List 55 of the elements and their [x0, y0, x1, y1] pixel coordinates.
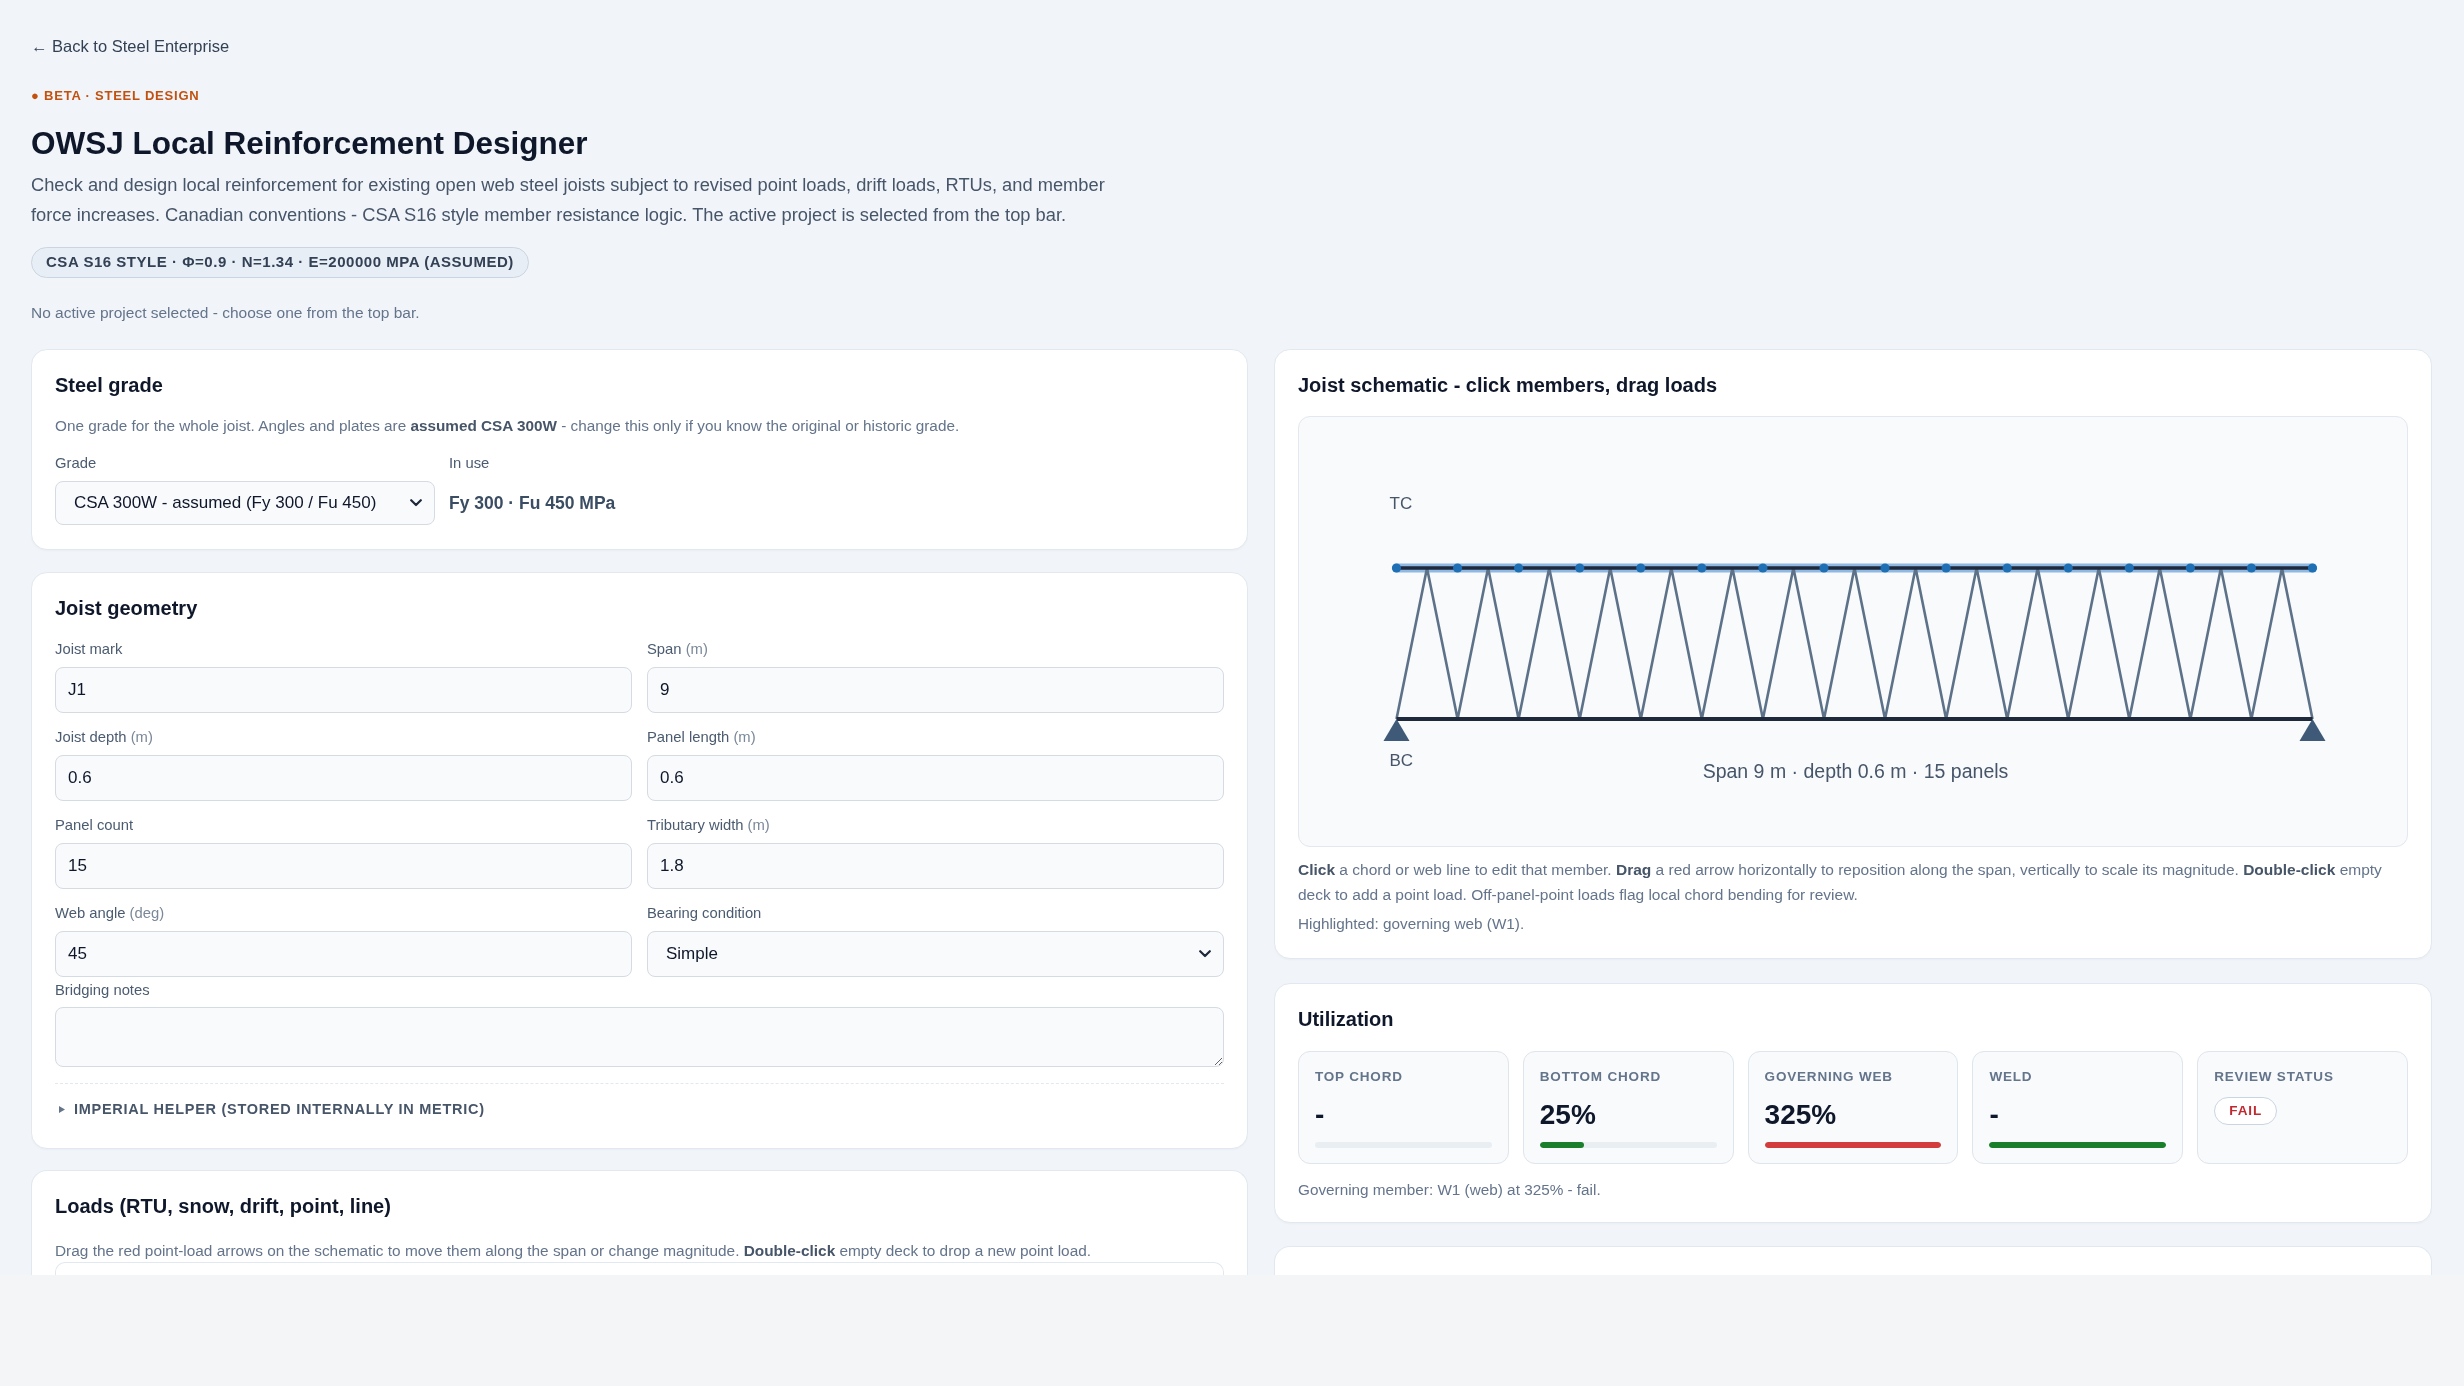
card-title: Joist geometry	[55, 596, 199, 620]
highlight-note: Highlighted: governing web (W1).	[1298, 914, 1526, 934]
field-label: Bearing condition	[647, 904, 763, 923]
text-field[interactable]: 0.6	[647, 755, 1224, 801]
metric-value: -	[1989, 1098, 2000, 1132]
grade-properties: Fy 300 · Fu 450 MPa	[449, 492, 616, 514]
metric-label: GOVERNING WEB	[1764, 1068, 1894, 1086]
metric-value: -	[1315, 1098, 1326, 1132]
chevron-down-icon	[1199, 950, 1211, 958]
text-field[interactable]: J1	[55, 667, 632, 713]
metric-label: BOTTOM CHORD	[1539, 1068, 1662, 1086]
field-label: Grade	[55, 454, 98, 473]
metric-value: 325%	[1764, 1098, 1838, 1132]
truss-diagram[interactable]	[1383, 563, 2326, 741]
metric-label: REVIEW STATUS	[2214, 1068, 2335, 1086]
chord-label: BC	[1389, 751, 1414, 770]
disclosure-toggle[interactable]: IMPERIAL HELPER (STORED INTERNALLY IN METRIC)	[55, 1099, 485, 1119]
text-field[interactable]: 15	[55, 843, 632, 889]
help-text: Click a chord or web line to edit that member. Drag a red arrow horizontally to reposition along the span, vertically to scale its magnitude. Double-click empty deck to add a point load. Off-panel-point loads flag local chord bending for review.	[1298, 860, 2383, 905]
field-label: Joist depth (m)	[55, 728, 154, 747]
card-title: Joist schematic - click members, drag loads	[1298, 373, 1719, 397]
text-field[interactable]: 0.6	[55, 755, 632, 801]
status-pill: FAIL	[2214, 1097, 2278, 1125]
field-label: Panel length (m)	[647, 728, 757, 747]
assumptions-pill: CSA S16 STYLE · Φ=0.9 · N=1.34 · E=200000 MPA (ASSUMED)	[31, 247, 529, 278]
utilization-summary: Governing member: W1 (web) at 325% - fail.	[1298, 1180, 1602, 1200]
dropdown-select[interactable]: Simple	[647, 931, 1224, 977]
card-title: Utilization	[1298, 1007, 1395, 1031]
grade-select[interactable]: CSA 300W - assumed (Fy 300 / Fu 450)	[55, 481, 435, 525]
back-link[interactable]: ← Back to Steel Enterprise	[31, 34, 230, 58]
metric-value: 25%	[1539, 1098, 1597, 1132]
field-label: In use	[449, 454, 491, 473]
text-field[interactable]: 9	[647, 667, 1224, 713]
card-note: Drag the red point-load arrows on the schematic to move them along the span or change magnitude. Double-click empty deck to drop a new point load.	[55, 1241, 1093, 1261]
field-label: Span (m)	[647, 640, 709, 659]
project-notice: No active project selected - choose one from the top bar.	[31, 303, 420, 323]
text-field[interactable]: 1.8	[647, 843, 1224, 889]
field-label: Web angle (deg)	[55, 904, 166, 923]
section-eyebrow: ● BETA · STEEL DESIGN	[31, 87, 200, 105]
card-title: Steel grade	[55, 373, 164, 397]
field-label: Panel count	[55, 816, 135, 835]
card-note: One grade for the whole joist. Angles and plates are assumed CSA 300W - change this only if you know the original or historic grade.	[55, 416, 961, 436]
field-label: Joist mark	[55, 640, 124, 659]
field-label: Tributary width (m)	[647, 816, 771, 835]
notes-field[interactable]	[55, 1007, 1224, 1067]
page-title: OWSJ Local Reinforcement Designer	[31, 124, 588, 163]
dimension-caption: Span 9 m · depth 0.6 m · 15 panels	[1702, 760, 2009, 782]
metric-label: TOP CHORD	[1315, 1068, 1404, 1086]
text-field[interactable]: 45	[55, 931, 632, 977]
chord-label: TC	[1389, 494, 1413, 513]
field-label: Bridging notes	[55, 981, 151, 1000]
metric-label: WELD	[1989, 1068, 2034, 1086]
page-description: Check and design local reinforcement for existing open web steel joists subject to revised point loads, drift loads, RTUs, and member force increases. Canadian conventions - CSA S16 style member resistance logic. The active project is selected from the top bar.	[31, 173, 1106, 227]
chevron-down-icon	[410, 499, 422, 507]
card-title: Loads (RTU, snow, drift, point, line)	[55, 1194, 392, 1218]
